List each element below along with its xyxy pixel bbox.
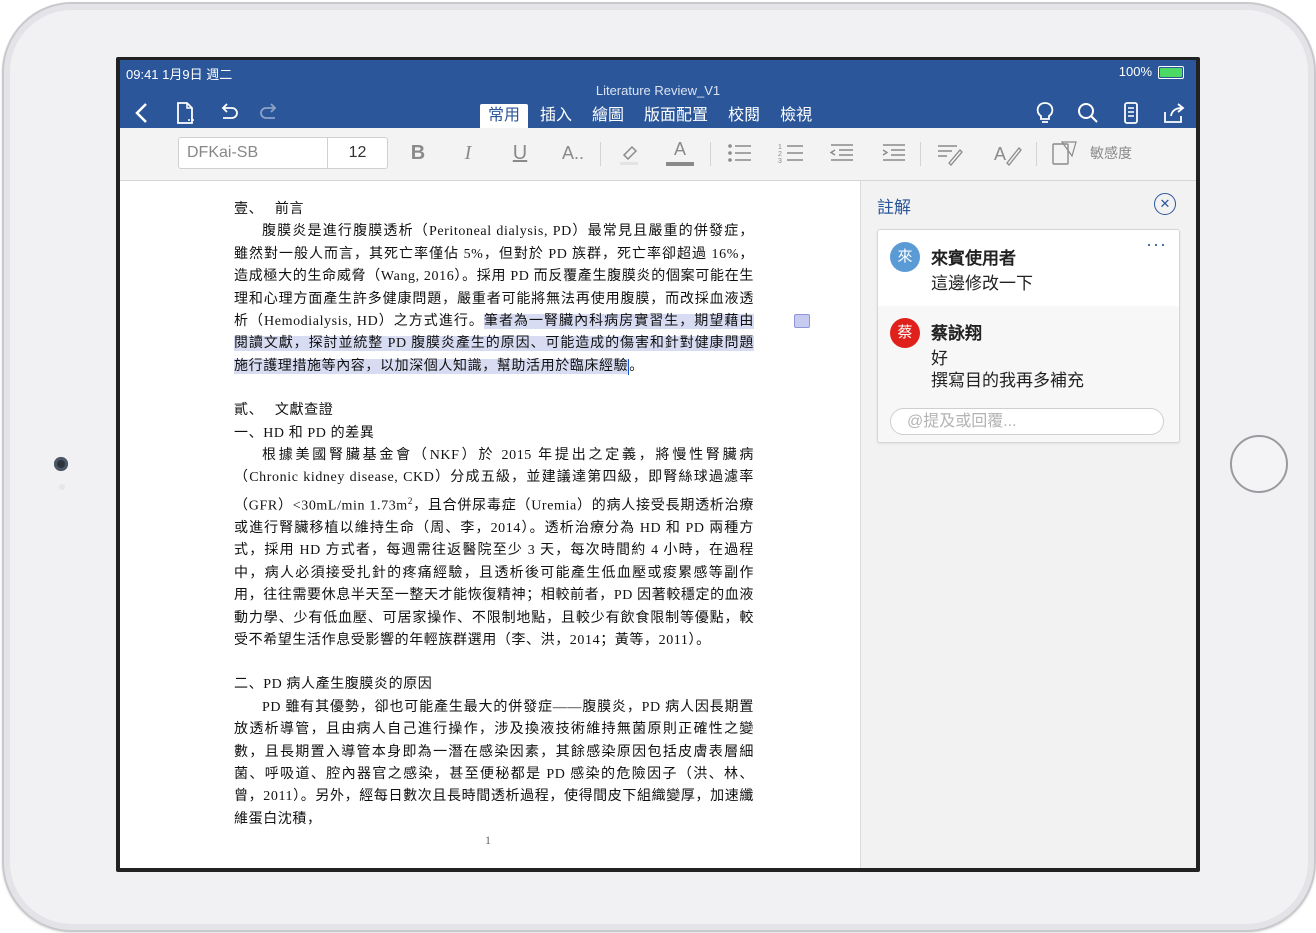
subsection-heading: 一、HD 和 PD 的差異 xyxy=(234,425,375,441)
comment-author: 來賓使用者 xyxy=(931,249,1016,268)
ribbon-separator xyxy=(920,142,921,166)
bullets-icon[interactable] xyxy=(724,138,754,168)
avatar: 蔡 xyxy=(890,318,920,348)
file-icon[interactable] xyxy=(172,100,198,126)
share-icon[interactable] xyxy=(1161,100,1187,126)
page-number: 1 xyxy=(485,833,491,847)
subsection-heading: 二、PD 病人產生腹膜炎的原因 xyxy=(234,677,433,693)
reading-mode-icon[interactable] xyxy=(1118,100,1144,126)
ribbon-tabs: 常用 插入 繪圖 版面配置 校閱 檢視 xyxy=(480,104,824,128)
document-title[interactable]: Literature Review_V1 xyxy=(120,83,1196,98)
section-heading: 貳、 文獻查證 xyxy=(234,403,334,419)
svg-text:2: 2 xyxy=(778,151,782,158)
paragraph-hd-pd[interactable]: 根據美國腎臟基金會（NKF）於 2015 年提出之定義，將慢性腎臟病（Chron… xyxy=(234,445,754,652)
comment-reply[interactable]: 蔡 蔡詠翔 好 撰寫目的我再多補充 @提及或回覆... xyxy=(878,306,1179,442)
highlighter-icon[interactable] xyxy=(614,138,644,168)
search-icon[interactable] xyxy=(1075,100,1101,126)
increase-indent-icon[interactable] xyxy=(878,138,908,168)
ribbon-separator xyxy=(710,142,711,166)
decrease-indent-icon[interactable] xyxy=(826,138,856,168)
sensitivity-button[interactable]: 敏感度 xyxy=(1086,138,1136,168)
font-color-label: A xyxy=(673,139,686,159)
undo-icon[interactable] xyxy=(215,100,241,126)
app-window: 09:41 1月9日 週二 100% Literature Review_V1 … xyxy=(120,60,1196,868)
title-bar: 09:41 1月9日 週二 100% Literature Review_V1 … xyxy=(120,60,1196,128)
redo-icon[interactable] xyxy=(257,100,283,126)
bold-button[interactable]: B xyxy=(406,138,430,168)
tab-draw[interactable]: 繪圖 xyxy=(584,104,632,128)
battery-percent: 100% xyxy=(1118,64,1152,79)
tab-view[interactable]: 檢視 xyxy=(772,104,820,128)
comment-marker-icon[interactable] xyxy=(794,314,810,328)
comment-author: 蔡詠翔 xyxy=(931,324,982,343)
comment-text: 撰寫目的我再多補充 xyxy=(931,371,1084,390)
status-time: 09:41 1月9日 週二 xyxy=(126,67,233,82)
tab-home[interactable]: 常用 xyxy=(480,104,529,128)
tab-insert[interactable]: 插入 xyxy=(532,104,580,128)
reply-input[interactable]: @提及或回覆... xyxy=(890,408,1164,435)
italic-button[interactable]: I xyxy=(456,138,480,168)
more-options-icon[interactable]: ··· xyxy=(1146,234,1167,255)
lightbulb-icon[interactable] xyxy=(1032,100,1058,126)
close-icon[interactable]: ✕ xyxy=(1154,193,1176,215)
svg-text:1: 1 xyxy=(778,144,782,151)
paragraph-peritonitis[interactable]: PD 雖有其優勢，卻也可能產生最大的併發症——腹膜炎，PD 病人因長期置放透析導… xyxy=(234,697,754,831)
camera xyxy=(54,457,68,471)
back-icon[interactable] xyxy=(130,100,156,126)
sensor xyxy=(59,484,65,490)
paragraph-text: ，且合併尿毒症（Uremia）的病人接受長期透析治療或進行腎臟移植以維持生命（周… xyxy=(234,498,755,648)
paragraph-style-icon[interactable] xyxy=(934,138,964,168)
tab-layout[interactable]: 版面配置 xyxy=(636,104,716,128)
font-name-input[interactable]: DFKai-SB xyxy=(178,137,328,169)
styles-icon[interactable]: A xyxy=(992,138,1024,168)
font-effects-button[interactable]: A.. xyxy=(556,138,590,168)
document-page[interactable]: 壹、 前言 腹膜炎是進行腹膜透析（Peritoneal dialysis, PD… xyxy=(234,199,754,831)
comments-pane: 註解 ✕ 來 來賓使用者 這邊修改一下 ··· 蔡 蔡詠翔 好 撰寫目的我再多補… xyxy=(861,181,1196,868)
font-size-input[interactable]: 12 xyxy=(328,137,388,169)
underline-button[interactable]: U xyxy=(508,138,532,168)
document-canvas[interactable]: 壹、 前言 腹膜炎是進行腹膜透析（Peritoneal dialysis, PD… xyxy=(120,181,861,868)
avatar: 來 xyxy=(890,242,920,272)
numbering-icon[interactable]: 123 xyxy=(776,138,806,168)
comment[interactable]: 來 來賓使用者 這邊修改一下 ··· xyxy=(878,230,1179,307)
formatting-ribbon: DFKai-SB 12 B I U A.. A 123 A 敏感度 xyxy=(120,128,1196,181)
font-color-button[interactable]: A xyxy=(664,138,696,168)
battery-icon xyxy=(1158,66,1184,79)
section-heading: 壹、 前言 xyxy=(234,202,305,217)
screen: 09:41 1月9日 週二 100% Literature Review_V1 … xyxy=(116,57,1200,872)
svg-text:3: 3 xyxy=(778,158,782,165)
ribbon-separator xyxy=(1036,142,1037,166)
comments-title: 註解 xyxy=(877,198,911,217)
svg-text:A: A xyxy=(994,144,1006,164)
paragraph-end: 。 xyxy=(629,358,644,374)
home-button[interactable] xyxy=(1230,435,1288,493)
ribbon-separator xyxy=(600,142,601,166)
comment-text: 這邊修改一下 xyxy=(931,274,1033,293)
sensitivity-icon[interactable] xyxy=(1050,138,1078,168)
paragraph-intro[interactable]: 腹膜炎是進行腹膜透析（Peritoneal dialysis, PD）最常見且嚴… xyxy=(234,221,754,378)
tab-review[interactable]: 校閱 xyxy=(720,104,768,128)
comment-thread[interactable]: 來 來賓使用者 這邊修改一下 ··· 蔡 蔡詠翔 好 撰寫目的我再多補充 @提及… xyxy=(877,229,1180,443)
